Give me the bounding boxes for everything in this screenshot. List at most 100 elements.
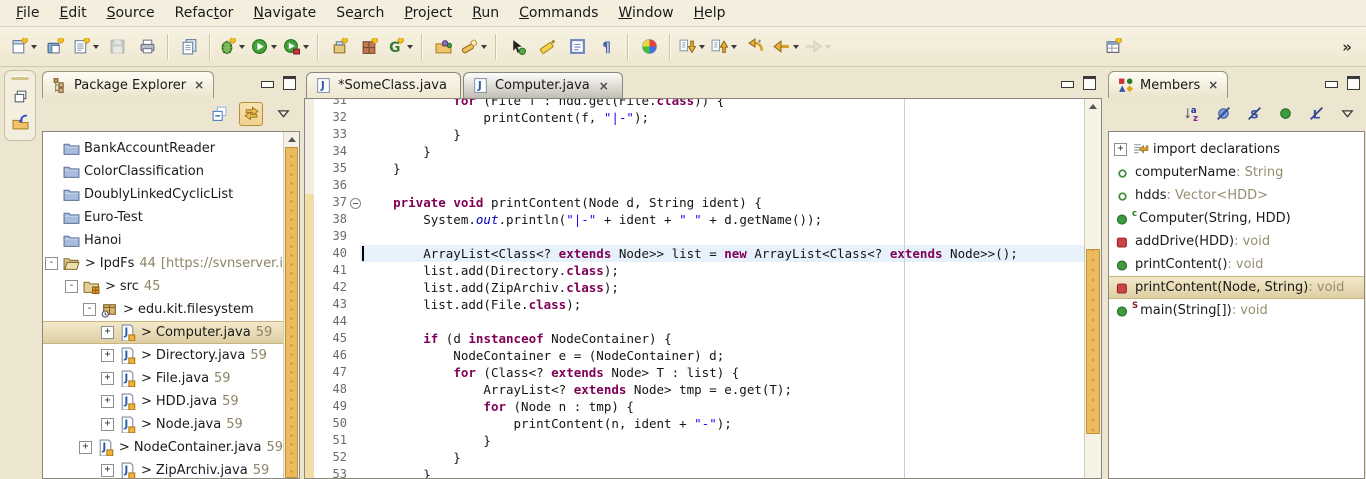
minimize-button[interactable] [1061,81,1074,88]
minimize-button[interactable] [1325,81,1338,88]
menu-refactor[interactable]: Refactor [165,0,244,26]
expander-icon[interactable]: - [65,280,78,293]
tree-item-directory-java[interactable]: +J>Directory.java59 [43,344,299,367]
new-module-button[interactable] [355,33,383,61]
tab-members[interactable]: Members × [1108,71,1228,98]
tree-item-file-java[interactable]: +J>File.java59 [43,367,299,390]
save-button[interactable] [103,33,131,61]
tree-item-ziparchiv-java[interactable]: +J>ZipArchiv.java59 [43,459,299,479]
expander-icon[interactable]: + [1114,143,1127,156]
mark-occurrences-button[interactable] [533,33,561,61]
hide-static-button[interactable]: S [1243,103,1265,125]
menu-help[interactable]: Help [684,0,736,26]
show-source-button[interactable] [563,33,591,61]
hide-fields-button[interactable] [1212,103,1234,125]
close-icon[interactable]: × [194,80,204,90]
member-item-hdds[interactable]: hdds : Vector<HDD> [1109,184,1364,207]
new-file-button[interactable] [71,33,101,61]
dropdown-arrow-icon[interactable] [731,45,737,49]
menu-window[interactable]: Window [608,0,683,26]
fold-collapse-icon[interactable] [350,198,361,209]
expander-icon[interactable]: - [83,303,96,316]
tree-item-hanoi[interactable]: Hanoi [43,229,299,252]
sort-members-button[interactable]: az [1181,103,1203,125]
open-resource-button[interactable] [429,33,457,61]
dropdown-arrow-icon[interactable] [407,45,413,49]
close-icon[interactable]: × [1208,80,1218,90]
annotation-ruler[interactable] [305,99,314,478]
scrollbar-thumb[interactable] [285,147,298,478]
member-item-printcontent-node-string-[interactable]: printContent(Node, String) : void [1109,276,1364,299]
dropdown-arrow-icon[interactable] [303,45,309,49]
menu-edit[interactable]: Edit [49,0,96,26]
print-button[interactable] [133,33,161,61]
tree-item-computer-java[interactable]: +J>Computer.java59 [43,321,299,344]
search-button[interactable] [459,33,489,61]
tree-item-edu-kit-filesystem[interactable]: ->edu.kit.filesystem [43,298,299,321]
expander-icon[interactable]: - [45,257,58,270]
drag-handle[interactable] [11,76,29,80]
last-edit-location-button[interactable]: * [741,33,769,61]
code-editor[interactable]: 3132333435363738394041424344454647484950… [304,98,1102,479]
scroll-up-arrow[interactable] [284,132,299,146]
open-perspective-button[interactable] [9,113,31,132]
dropdown-arrow-icon[interactable] [793,45,799,49]
menu-search[interactable]: Search [326,0,394,26]
expander-icon[interactable]: + [101,372,114,385]
member-item-adddrive-hdd-[interactable]: addDrive(HDD) : void [1109,230,1364,253]
scroll-up-arrow[interactable] [1085,99,1101,113]
tree-scrollbar[interactable] [283,132,299,478]
new-wizard-button[interactable] [9,33,39,61]
expander-icon[interactable]: + [101,395,114,408]
color-theme-button[interactable] [635,33,663,61]
close-icon[interactable]: × [599,81,609,91]
editor-scrollbar[interactable] [1084,99,1101,478]
member-item-main-string-[interactable]: Smain(String[]) : void [1109,299,1364,322]
maximize-button[interactable] [283,76,296,90]
menu-run[interactable]: Run [462,0,509,26]
export-jar-button[interactable] [325,33,353,61]
menu-commands[interactable]: Commands [509,0,608,26]
show-whitespace-button[interactable]: ¶ [593,33,621,61]
restore-view-button[interactable] [9,87,31,106]
tree-item-colorclassification[interactable]: ColorClassification [43,160,299,183]
scrollbar-thumb[interactable] [1086,249,1100,434]
build-button[interactable] [175,33,203,61]
view-menu-button[interactable] [272,103,294,125]
member-item-import-declarations[interactable]: +import declarations [1109,138,1364,161]
collapse-all-button[interactable] [208,103,230,125]
back-button[interactable] [771,33,801,61]
member-item-computer-string-hdd-[interactable]: cComputer(String, HDD) [1109,207,1364,230]
member-item-printcontent-[interactable]: printContent() : void [1109,253,1364,276]
tree-item-node-java[interactable]: +J>Node.java59 [43,413,299,436]
show-selected-element-button[interactable] [503,33,531,61]
dropdown-arrow-icon[interactable] [239,45,245,49]
members-list[interactable]: +import declarationscomputerName : Strin… [1108,131,1365,479]
tree-item-nodecontainer-java[interactable]: +J>NodeContainer.java59 [43,436,299,459]
hide-nonpublic-button[interactable] [1274,103,1296,125]
run-external-tools-button[interactable] [281,33,311,61]
hide-local-types-button[interactable]: L [1305,103,1327,125]
maximize-button[interactable] [1347,76,1360,90]
link-with-editor-button[interactable] [239,102,263,126]
menu-file[interactable]: File [6,0,49,26]
run-button[interactable] [249,33,279,61]
expander-icon[interactable]: + [101,418,114,431]
next-annotation-button[interactable] [677,33,707,61]
debug-button[interactable] [217,33,247,61]
expander-icon[interactable]: + [101,464,114,477]
menu-project[interactable]: Project [394,0,462,26]
expander-icon[interactable]: + [101,326,114,339]
project-tree[interactable]: BankAccountReaderColorClassificationDoub… [42,131,300,479]
forward-button[interactable] [803,33,833,61]
dropdown-arrow-icon[interactable] [481,45,487,49]
minimize-button[interactable] [261,81,274,88]
expander-icon[interactable]: + [101,349,114,362]
tree-item-ipdfs[interactable]: ->IpdFs44[https://svnserver.i [43,252,299,275]
tree-item-hdd-java[interactable]: +J>HDD.java59 [43,390,299,413]
open-view-button[interactable] [1099,33,1127,61]
code-text[interactable]: for (File f : hdd.get(File.class)) { pri… [363,98,1085,479]
previous-annotation-button[interactable] [709,33,739,61]
editor-tab-computer-java[interactable]: JComputer.java× [463,72,623,98]
menu-navigate[interactable]: Navigate [243,0,326,26]
